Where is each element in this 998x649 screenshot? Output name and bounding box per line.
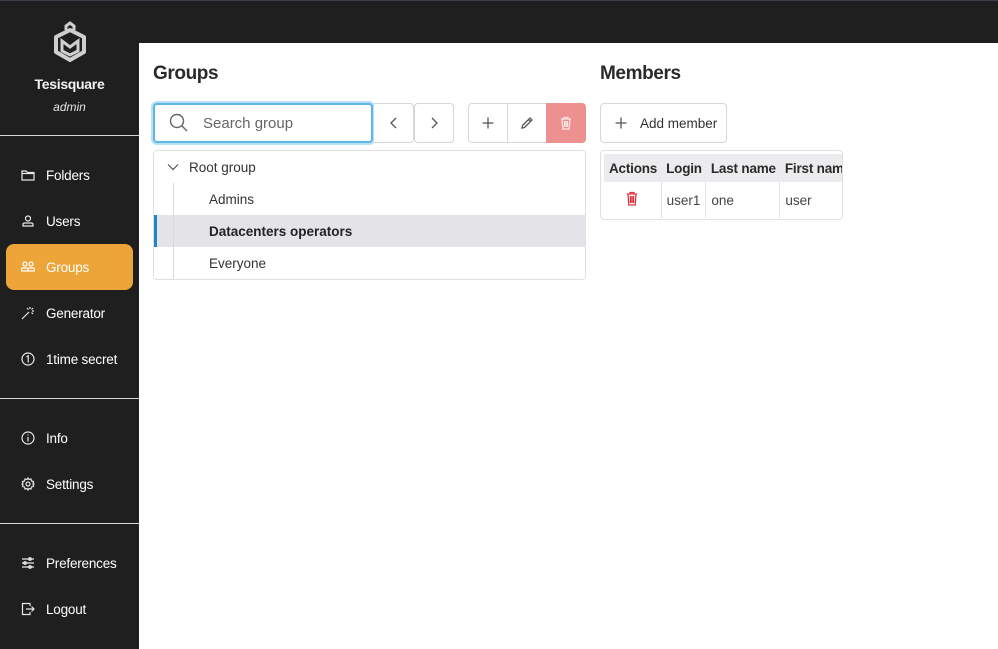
sidebar: Tesisquare admin Folders Users Groups Ge…: [0, 0, 139, 649]
plus-icon: [615, 117, 627, 129]
chevron-left-icon: [389, 117, 396, 129]
column-header-login[interactable]: Login: [661, 154, 706, 182]
magic-wand-icon: [20, 305, 36, 321]
groups-title: Groups: [153, 63, 219, 84]
members-table: Actions Login Last name First name user: [604, 154, 842, 218]
trash-icon: [561, 116, 571, 130]
last-name-cell: one: [705, 182, 780, 218]
info-icon: [20, 430, 36, 446]
sidebar-item-users[interactable]: Users: [6, 198, 133, 244]
sidebar-item-settings[interactable]: Settings: [6, 461, 133, 507]
search-group-input[interactable]: [203, 114, 353, 132]
sidebar-item-groups[interactable]: Groups: [6, 244, 133, 290]
app: Tesisquare admin Folders Users Groups Ge…: [0, 0, 998, 649]
tree-node-datacenters-operators[interactable]: Datacenters operators: [154, 215, 585, 247]
sidebar-item-label: Generator: [46, 305, 105, 321]
sidebar-item-label: Groups: [46, 259, 90, 275]
logout-icon: [20, 601, 36, 617]
sidebar-item-label: 1time secret: [46, 351, 118, 367]
members-title: Members: [600, 63, 681, 84]
chevron-right-icon: [431, 117, 438, 129]
table-header-row: Actions Login Last name First name: [604, 154, 842, 182]
column-header-first-name[interactable]: First name: [779, 154, 842, 182]
sidebar-item-info[interactable]: Info: [6, 415, 133, 461]
one-circle-icon: [20, 351, 36, 367]
tree-node-label: Everyone: [209, 255, 267, 271]
users-group-icon: [20, 259, 36, 275]
search-group-field[interactable]: [153, 103, 373, 143]
sidebar-item-folders[interactable]: Folders: [6, 152, 133, 198]
user-icon: [20, 213, 36, 229]
table-row: user1 one user: [604, 182, 842, 218]
tree-node-root-group[interactable]: Root group: [154, 151, 585, 183]
tree-node-label: Datacenters operators: [209, 223, 353, 239]
trash-icon: [627, 191, 638, 206]
add-member-label: Add member: [640, 115, 718, 131]
tree-node-label: Admins: [209, 191, 255, 207]
remove-member-button[interactable]: [625, 191, 639, 209]
brand-logo-icon: [53, 21, 86, 62]
search-icon: [169, 113, 188, 132]
edit-group-button[interactable]: [507, 103, 547, 143]
sidebar-item-label: Info: [46, 430, 68, 446]
previous-button[interactable]: [374, 103, 414, 143]
top-bar: [0, 0, 998, 43]
sidebar-item-preferences[interactable]: Preferences: [6, 540, 133, 586]
next-button[interactable]: [414, 103, 454, 143]
chevron-down-icon[interactable]: [166, 160, 180, 174]
sidebar-item-label: Logout: [46, 601, 87, 617]
login-cell: user1: [660, 182, 706, 218]
brand: Tesisquare admin: [0, 1, 139, 135]
sidebar-item-logout[interactable]: Logout: [6, 586, 133, 632]
folder-icon: [20, 167, 36, 183]
user-role: admin: [53, 100, 86, 114]
sidebar-item-label: Preferences: [46, 555, 117, 571]
delete-group-button[interactable]: [546, 103, 586, 143]
add-group-button[interactable]: [468, 103, 508, 143]
column-header-last-name[interactable]: Last name: [705, 154, 780, 182]
gear-icon: [20, 476, 36, 492]
pencil-icon: [521, 117, 533, 129]
nav-account: Preferences Logout: [0, 524, 139, 648]
members-table-container: Actions Login Last name First name user: [600, 150, 843, 220]
tree-node-everyone[interactable]: Everyone: [154, 247, 585, 279]
plus-icon: [482, 117, 494, 129]
main-content: Groups Root group Admins: [139, 43, 998, 649]
tree-node-admins[interactable]: Admins: [154, 183, 585, 215]
tree-node-label: Root group: [189, 159, 256, 175]
sidebar-item-generator[interactable]: Generator: [6, 290, 133, 336]
nav-main: Folders Users Groups Generator 1time sec…: [0, 136, 139, 398]
sidebar-item-label: Settings: [46, 476, 94, 492]
sliders-icon: [20, 555, 36, 571]
brand-name: Tesisquare: [34, 76, 105, 92]
nav-info: Info Settings: [0, 399, 139, 523]
sidebar-item-1time-secret[interactable]: 1time secret: [6, 336, 133, 382]
sidebar-item-label: Users: [46, 213, 81, 229]
add-member-button[interactable]: Add member: [600, 103, 727, 143]
first-name-cell: user: [779, 182, 842, 218]
actions-cell: [604, 182, 661, 218]
sidebar-item-label: Folders: [46, 167, 90, 183]
column-header-actions[interactable]: Actions: [604, 154, 662, 182]
group-tree: Root group Admins Datacenters operators …: [153, 150, 586, 280]
